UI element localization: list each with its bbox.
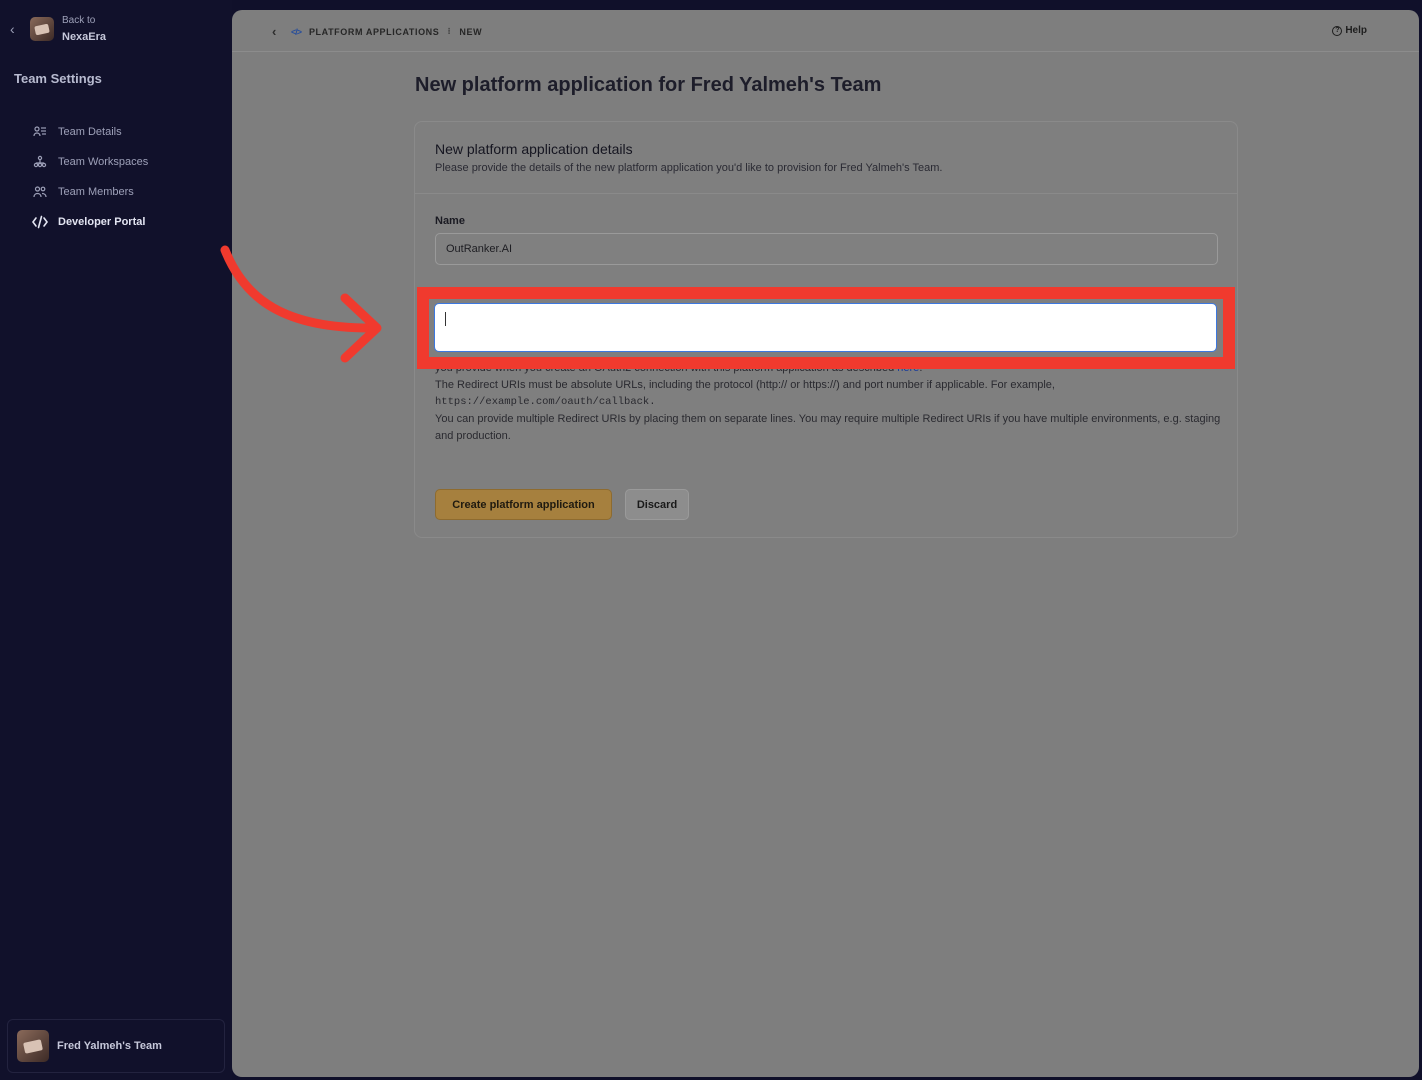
- sidebar-item-team-workspaces[interactable]: Team Workspaces: [32, 147, 222, 177]
- chevron-left-icon: ‹: [10, 21, 15, 37]
- back-chevron-icon[interactable]: ‹: [272, 24, 277, 39]
- redirect-uris-help: you provide when you create an OAuth2 co…: [435, 360, 1225, 445]
- members-icon: [32, 184, 48, 200]
- back-to-label: Back to: [62, 15, 96, 26]
- main-panel: ‹ </> PLATFORM APPLICATIONS ⁝ NEW ? Help…: [232, 10, 1419, 1077]
- breadcrumb-platform-applications[interactable]: PLATFORM APPLICATIONS: [309, 27, 439, 37]
- team-name: Fred Yalmeh's Team: [57, 1040, 162, 1052]
- team-details-icon: [32, 124, 48, 140]
- sidebar-item-label: Team Details: [58, 126, 122, 138]
- sidebar-item-team-details[interactable]: Team Details: [32, 117, 222, 147]
- create-platform-application-button[interactable]: Create platform application: [435, 489, 612, 520]
- card-subtitle: Please provide the details of the new pl…: [435, 162, 943, 174]
- name-input[interactable]: OutRanker.AI: [435, 233, 1218, 265]
- sidebar-nav: Team Details Team Workspaces Team Member…: [32, 117, 222, 237]
- code-icon: </>: [290, 26, 302, 37]
- annotation-arrow-icon: [220, 245, 382, 363]
- card-header: New platform application details Please …: [415, 122, 1237, 194]
- sidebar: ‹ Back to NexaEra Team Settings Team Det…: [0, 0, 232, 1080]
- name-label: Name: [435, 215, 465, 227]
- sidebar-item-team-members[interactable]: Team Members: [32, 177, 222, 207]
- sidebar-item-label: Team Members: [58, 186, 134, 198]
- back-to-org-link[interactable]: ‹ Back to NexaEra: [10, 12, 106, 46]
- org-name: NexaEra: [62, 31, 107, 43]
- sidebar-item-label: Team Workspaces: [58, 156, 149, 168]
- breadcrumb: ‹ </> PLATFORM APPLICATIONS ⁝ NEW: [272, 24, 482, 39]
- team-avatar: [17, 1030, 49, 1062]
- team-switcher[interactable]: Fred Yalmeh's Team: [7, 1019, 225, 1073]
- sidebar-item-label: Developer Portal: [58, 216, 146, 228]
- workspaces-icon: [32, 154, 48, 170]
- highlight-box: [417, 287, 1235, 369]
- card-title: New platform application details: [435, 141, 633, 157]
- breadcrumb-separator: ⁝: [447, 26, 452, 36]
- top-bar: ‹ </> PLATFORM APPLICATIONS ⁝ NEW ? Help: [232, 10, 1419, 52]
- example-url: https://example.com/oauth/callback.: [435, 396, 656, 408]
- question-circle-icon: ?: [1332, 25, 1343, 36]
- page-title: New platform application for Fred Yalmeh…: [415, 74, 882, 96]
- org-logo: [30, 17, 54, 41]
- sidebar-item-developer-portal[interactable]: Developer Portal: [32, 207, 222, 237]
- code-icon: [32, 214, 48, 230]
- sidebar-title: Team Settings: [14, 71, 102, 86]
- breadcrumb-current: NEW: [459, 26, 483, 37]
- help-button[interactable]: ? Help: [1332, 25, 1367, 36]
- help-label: Help: [1345, 25, 1367, 36]
- discard-button[interactable]: Discard: [625, 489, 689, 520]
